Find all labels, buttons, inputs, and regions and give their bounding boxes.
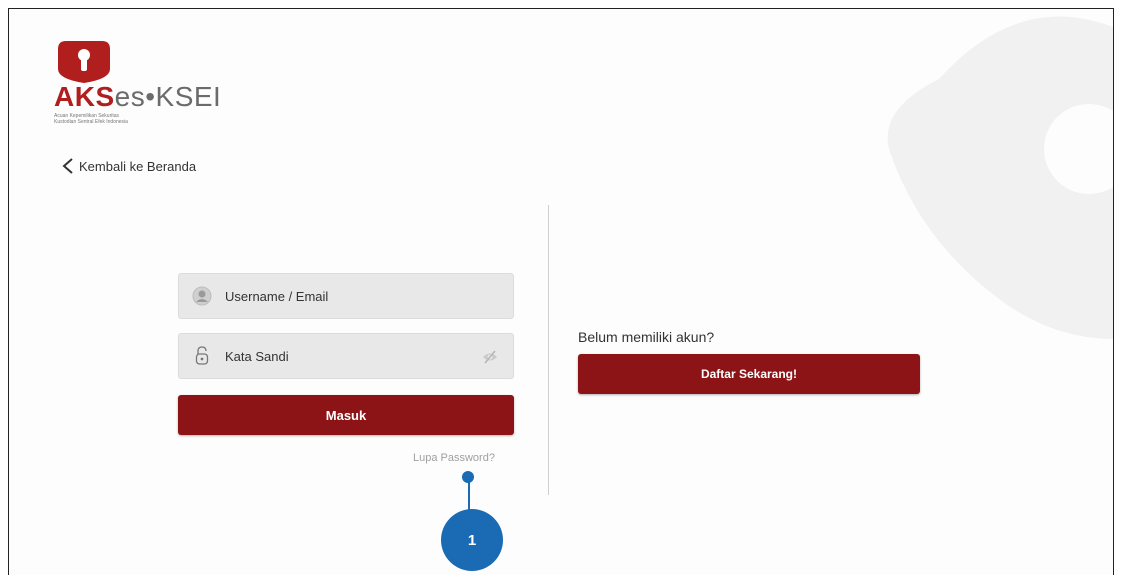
password-input[interactable] bbox=[223, 347, 467, 365]
back-link-label: Kembali ke Beranda bbox=[79, 158, 197, 174]
callout-number-badge: 1 bbox=[441, 509, 503, 571]
lock-icon bbox=[191, 345, 213, 367]
user-avatar-icon bbox=[191, 285, 213, 307]
page-frame: AKSes•KSEI Acuan Kepemilikan Sekuritas K… bbox=[8, 8, 1114, 575]
logo-ksei: KSEI bbox=[155, 81, 222, 112]
forgot-password-link[interactable]: Lupa Password? bbox=[413, 452, 495, 464]
logo-aks: AKS bbox=[54, 81, 115, 112]
signup-prompt: Belum memiliki akun? bbox=[578, 329, 715, 345]
register-now-button[interactable]: Daftar Sekarang! bbox=[578, 354, 920, 394]
vertical-divider bbox=[548, 205, 549, 495]
back-to-home-link[interactable]: Kembali ke Beranda bbox=[61, 157, 196, 175]
background-watermark-shape bbox=[887, 16, 1113, 339]
logo-subline-2: Kustodian Sentral Efek Indonesia bbox=[54, 119, 128, 125]
logo-wordmark: AKSes•KSEI bbox=[54, 81, 221, 113]
login-button[interactable]: Masuk bbox=[178, 395, 514, 435]
username-input[interactable] bbox=[223, 287, 467, 305]
chevron-left-icon bbox=[62, 158, 73, 174]
password-field[interactable] bbox=[178, 333, 514, 379]
username-field[interactable] bbox=[178, 273, 514, 319]
logo-es: es bbox=[114, 81, 146, 112]
aks-ksei-logo: AKSes•KSEI Acuan Kepemilikan Sekuritas K… bbox=[54, 39, 274, 129]
eye-hidden-icon[interactable] bbox=[481, 348, 499, 366]
logo-separator: • bbox=[145, 81, 156, 112]
callout-pointer-dot bbox=[462, 471, 474, 483]
